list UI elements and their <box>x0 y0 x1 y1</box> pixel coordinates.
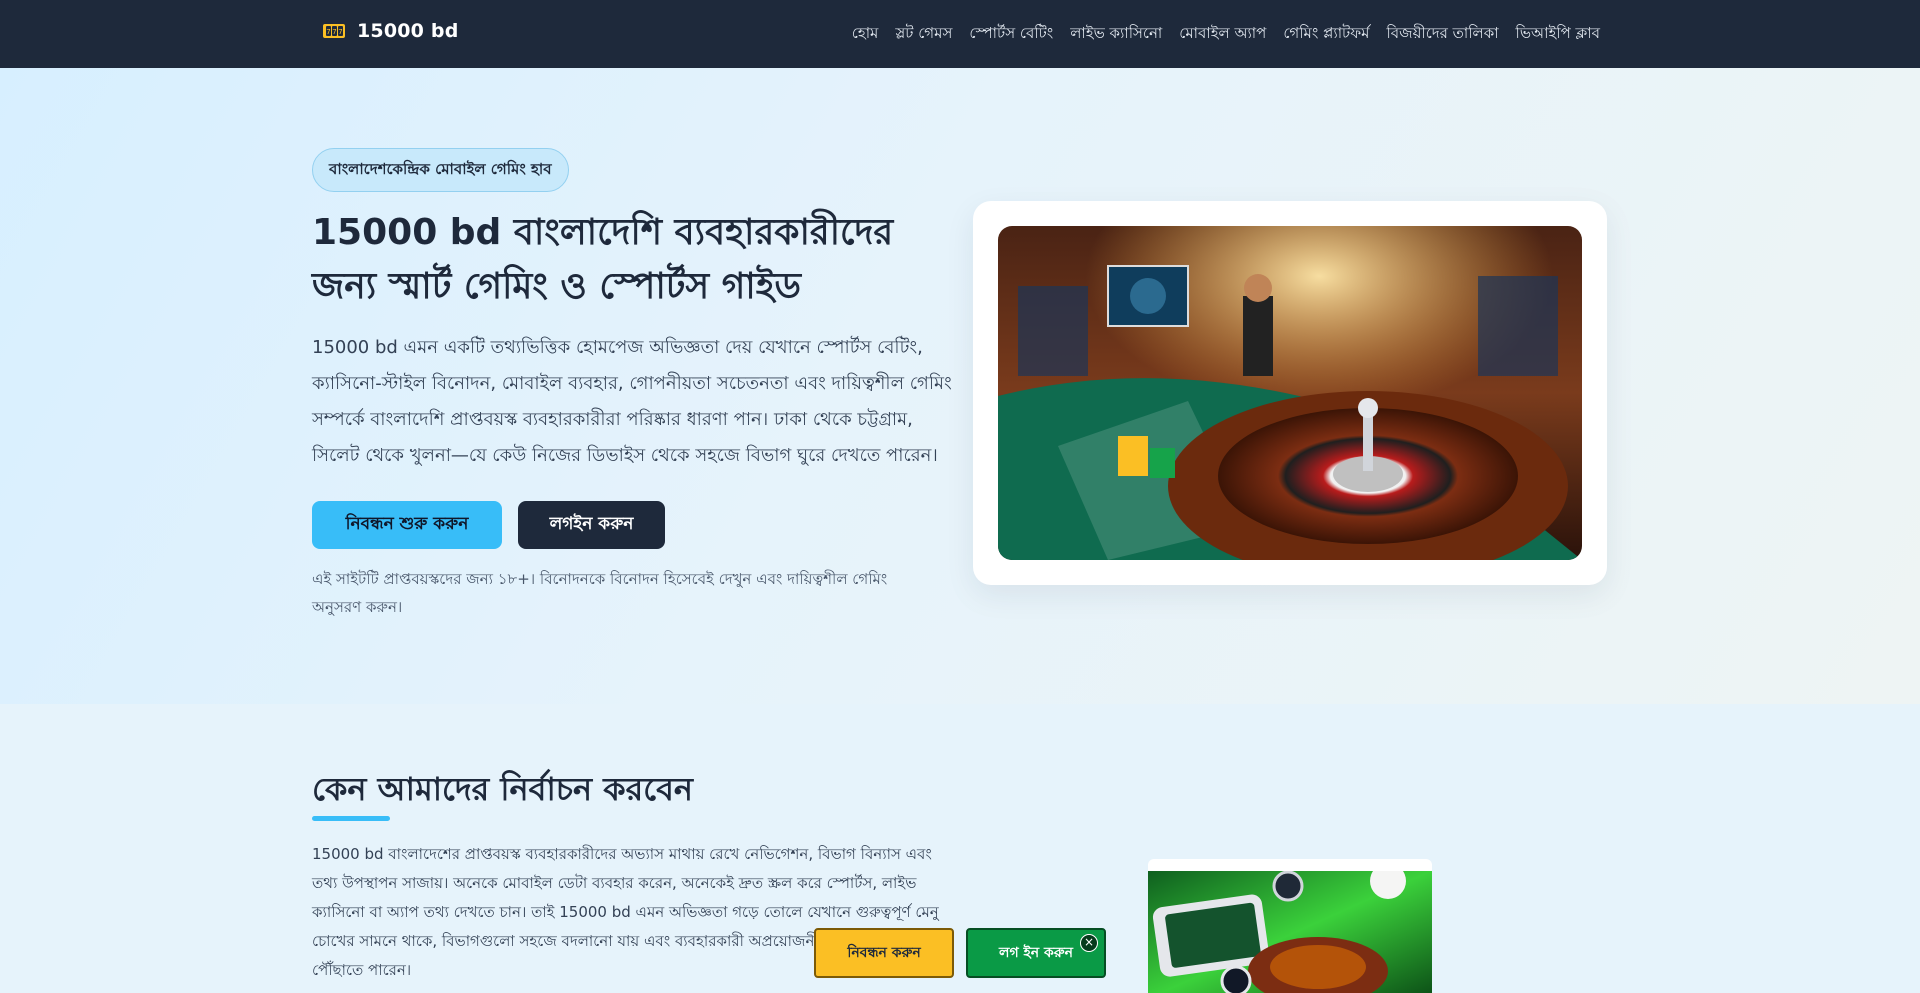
title-underline <box>312 816 390 821</box>
nav-winners-list[interactable]: বিজয়ীদের তালিকা <box>1387 22 1499 47</box>
nav-mobile-app[interactable]: মোবাইল অ্যাপ <box>1179 22 1266 47</box>
svg-text:7: 7 <box>326 28 330 36</box>
start-registration-button[interactable]: নিবন্ধন শুরু করুন <box>312 501 502 549</box>
why-choose-us-section: কেন আমাদের নির্বাচন করবেন 15000 bd বাংলা… <box>0 704 1920 993</box>
main-nav: হোম স্লট গেমস স্পোর্টস বেটিং লাইভ ক্যাসি… <box>852 22 1600 47</box>
hero-description: 15000 bd এমন একটি তথ্যভিত্তিক হোমপেজ অভি… <box>312 337 952 466</box>
hero-badge: বাংলাদেশকেন্দ্রিক মোবাইল গেমিং হাব <box>312 148 569 192</box>
svg-text:7: 7 <box>332 28 336 36</box>
svg-text:7: 7 <box>338 28 342 36</box>
casino-chip-logo-icon: 7 7 7 <box>321 18 347 44</box>
nav-vip-club[interactable]: ভিআইপি ক্লাব <box>1516 22 1600 47</box>
brand-name: 15000 bd <box>357 20 459 42</box>
age-disclaimer: এই সাইটটি প্রাপ্তবয়স্কদের জন্য ১৮+। বিন… <box>312 570 888 616</box>
nav-home[interactable]: হোম <box>852 22 879 47</box>
nav-sports-betting[interactable]: স্পোর্টস বেটিং <box>969 22 1053 47</box>
brand[interactable]: 7 7 7 15000 bd <box>321 18 459 44</box>
floating-register-button[interactable]: নিবন্ধন করুন <box>814 928 954 978</box>
section-title: কেন আমাদের নির্বাচন করবেন <box>312 770 694 808</box>
close-icon[interactable]: × <box>1080 934 1098 952</box>
mobile-casino-image <box>1148 859 1432 993</box>
nav-live-casino[interactable]: লাইভ ক্যাসিনো <box>1070 22 1162 47</box>
hero-title: 15000 bd বাংলাদেশি ব্যবহারকারীদের জন্য স… <box>312 212 894 307</box>
hero-section: বাংলাদেশকেন্দ্রিক মোবাইল গেমিং হাব 15000… <box>0 68 1920 704</box>
hero-image-card <box>973 201 1607 585</box>
login-button[interactable]: লগইন করুন <box>518 501 665 549</box>
top-navbar: 7 7 7 15000 bd হোম স্লট গেমস স্পোর্টস বে… <box>0 0 1920 68</box>
casino-hero-image <box>998 226 1582 560</box>
nav-slot-games[interactable]: স্লট গেমস <box>895 22 952 47</box>
nav-gaming-platform[interactable]: গেমিং প্ল্যাটফর্ম <box>1283 22 1369 47</box>
